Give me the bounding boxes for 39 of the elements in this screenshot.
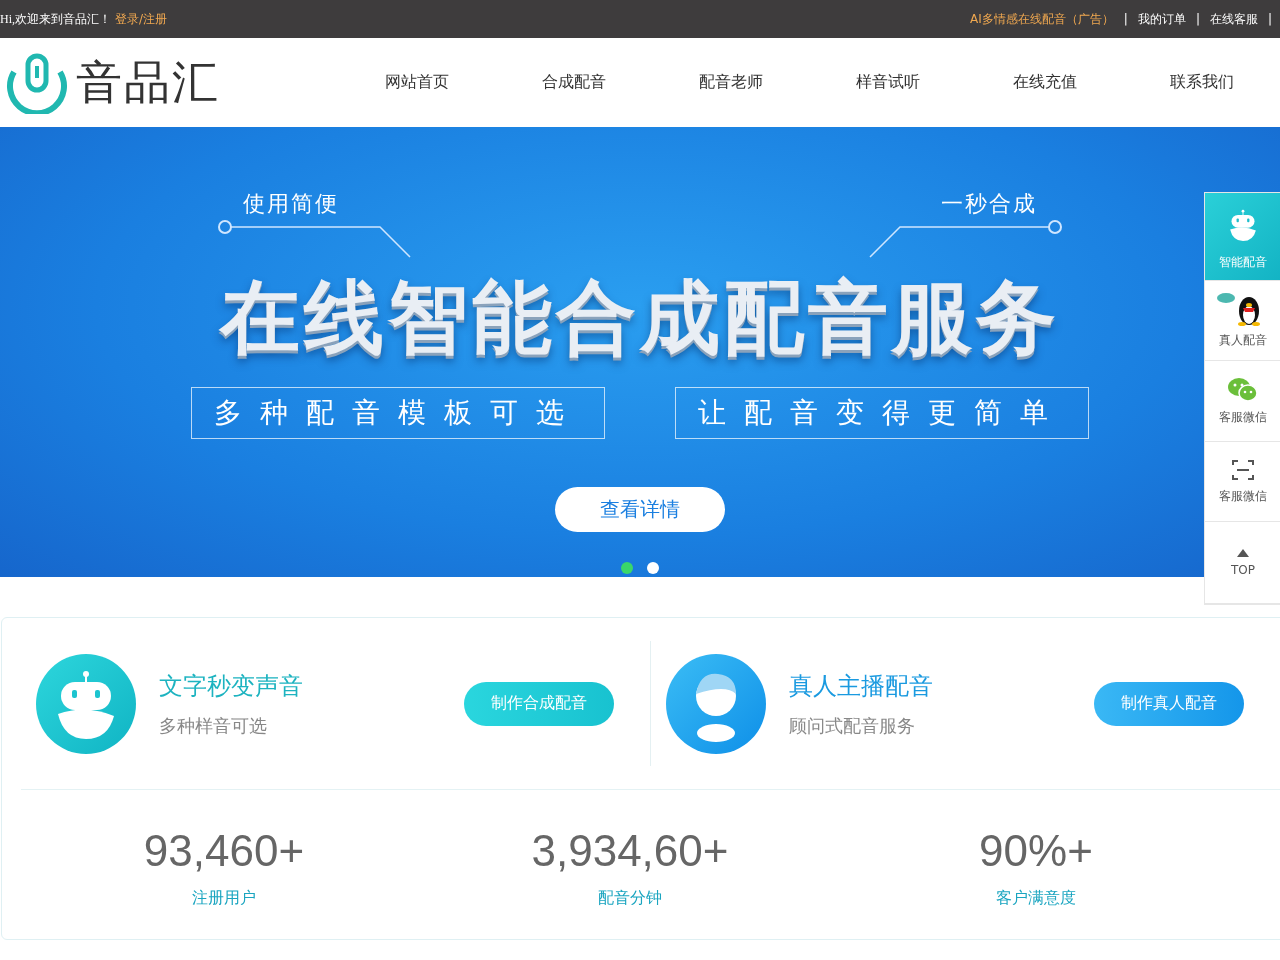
stat-value: 3,934,60+ [531, 826, 729, 876]
microphone-logo-icon [6, 51, 68, 114]
logo-text: 音品汇 [76, 53, 220, 111]
separator-text: | [1123, 12, 1128, 26]
nav-link[interactable]: 联系我们 [1123, 72, 1280, 93]
nav-link[interactable]: 配音老师 [652, 72, 809, 93]
stat-label: 注册用户 [192, 888, 256, 909]
service-title: 文字秒变声音 [159, 670, 304, 702]
separator-text: | [1195, 12, 1200, 26]
banner-headline: 在线智能合成配音服务 [220, 270, 1060, 366]
service-subtitle: 多种样音可选 [159, 713, 268, 738]
stat-value: 93,460+ [143, 826, 305, 876]
top-link[interactable]: 在线客服 [1209, 10, 1258, 28]
top-link[interactable]: 我的订单 [1137, 10, 1186, 28]
up-triangle-icon [1237, 548, 1249, 557]
login-link[interactable]: 登录/注册 [115, 10, 168, 28]
stat-label: 客户满意度 [996, 888, 1076, 909]
greeting-text: Hi,欢迎来到音品汇！ [0, 10, 111, 28]
chat-bubbles-icon [1228, 376, 1258, 403]
service-title: 真人主播配音 [788, 670, 934, 702]
banner-subtitle: 让配音变得更简单 [675, 387, 1089, 439]
banner-tag: 使用简便 [243, 189, 339, 219]
details-button[interactable]: 查看详情 [555, 487, 725, 532]
scan-icon [1231, 458, 1255, 482]
top-link[interactable]: AI多情感在线配音（广告） [970, 10, 1114, 28]
nav-link[interactable]: 网站首页 [338, 72, 495, 93]
banner-tag: 一秒合成 [941, 189, 1037, 219]
nav-link[interactable]: 样音试听 [809, 72, 966, 93]
carousel-dot[interactable] [621, 562, 633, 574]
banner-subtitle: 多种配音模板可选 [191, 387, 605, 439]
robot-avatar-icon [36, 653, 136, 754]
carousel-dot[interactable] [647, 562, 659, 574]
person-avatar-icon [665, 653, 766, 754]
stat-value: 90%+ [979, 826, 1093, 876]
nav-link[interactable]: 在线充值 [966, 72, 1123, 93]
nav-link[interactable]: 合成配音 [495, 72, 652, 93]
service-subtitle: 顾问式配音服务 [788, 713, 916, 738]
separator-text: | [1267, 12, 1272, 26]
stat-label: 配音分钟 [598, 888, 662, 909]
